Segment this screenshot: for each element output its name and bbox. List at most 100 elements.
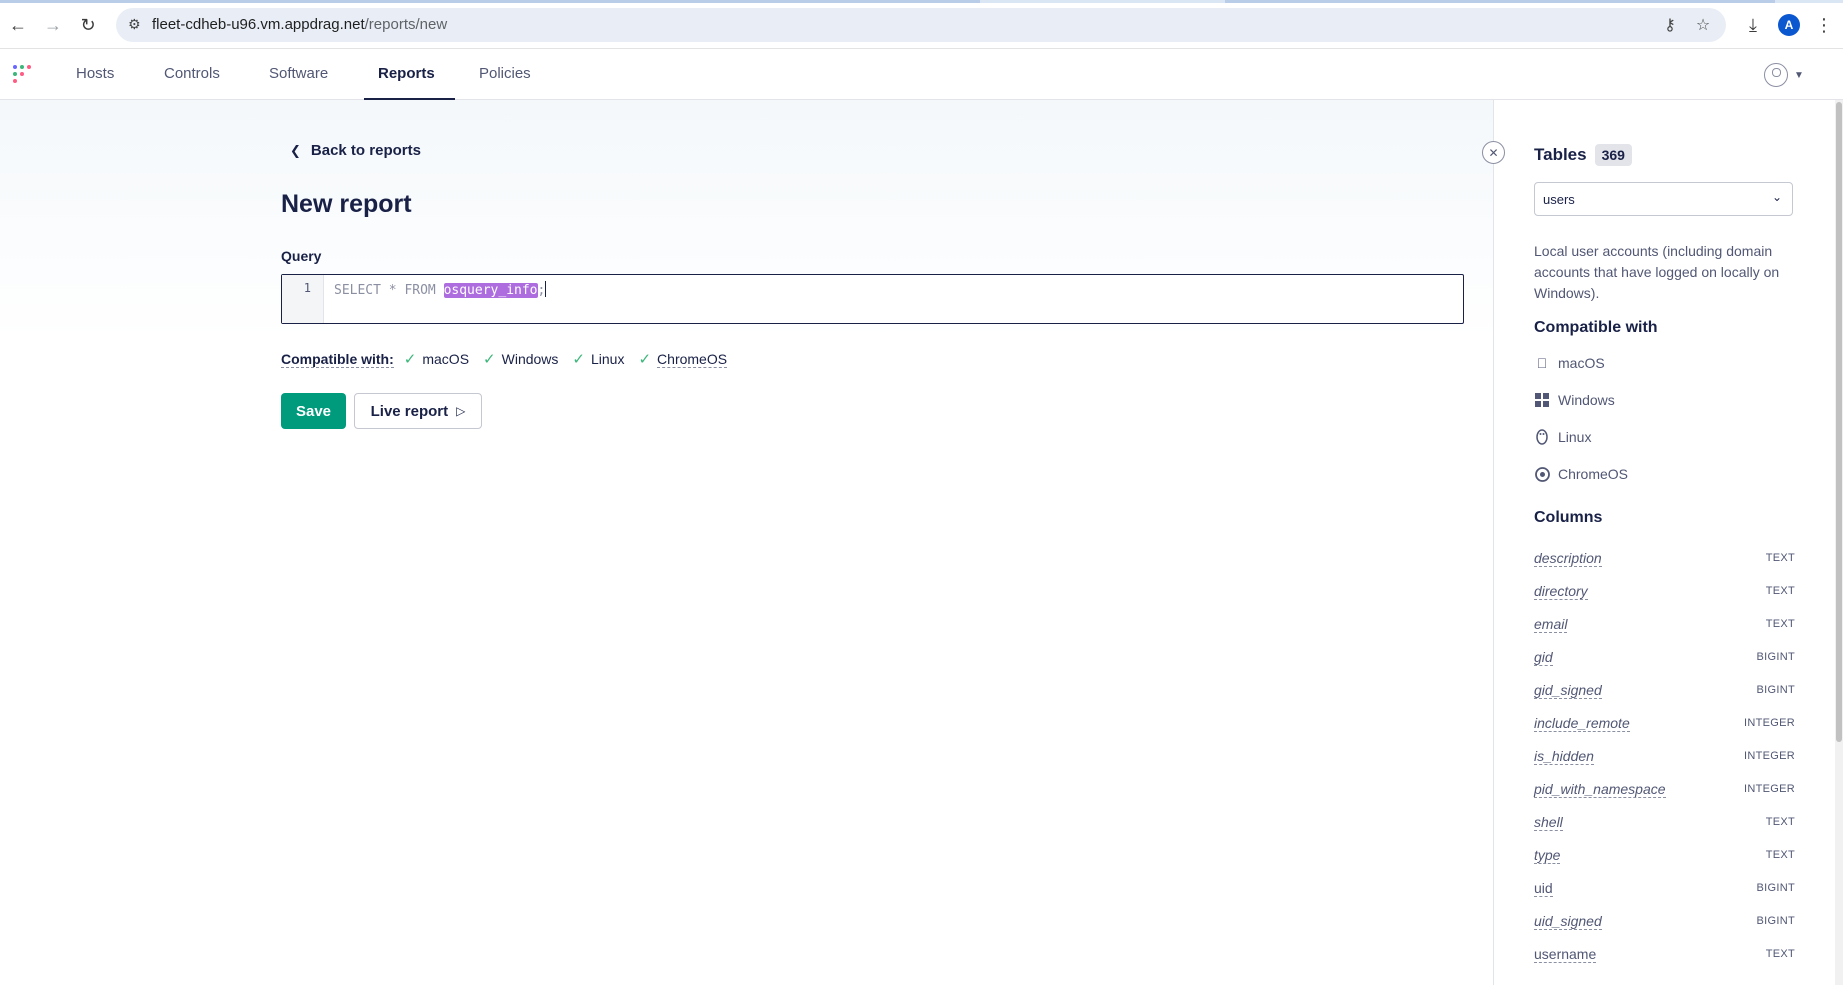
compat-chromeos[interactable]: ✓ ChromeOS <box>638 350 728 368</box>
column-type: BIGINT <box>1756 882 1795 894</box>
kebab-menu-icon[interactable]: ⋮ <box>1811 12 1837 38</box>
nav-software[interactable]: Software <box>255 49 342 100</box>
live-report-button[interactable]: Live report ▷ <box>354 393 482 429</box>
column-type: BIGINT <box>1756 651 1795 663</box>
save-button[interactable]: Save <box>281 393 346 429</box>
column-type: BIGINT <box>1756 684 1795 696</box>
platform-linux: Linux <box>1534 429 1591 445</box>
column-name[interactable]: pid_with_namespace <box>1534 781 1666 798</box>
column-row: pid_with_namespace INTEGER <box>1534 779 1795 799</box>
forward-arrow-icon[interactable]: → <box>40 12 66 38</box>
check-icon: ✓ <box>483 351 496 368</box>
app-nav: Hosts Controls Software Reports Policies… <box>0 49 1843 100</box>
check-icon: ✓ <box>572 351 585 368</box>
loading-bar <box>0 0 1843 3</box>
key-icon[interactable]: ⚷ <box>1660 15 1680 35</box>
column-row: is_hidden INTEGER <box>1534 746 1795 766</box>
column-name[interactable]: email <box>1534 616 1568 633</box>
column-type: TEXT <box>1765 849 1795 861</box>
close-icon: ✕ <box>1488 145 1499 160</box>
platform-macos:  macOS <box>1534 355 1605 371</box>
nav-policies[interactable]: Policies <box>465 49 545 100</box>
column-type: TEXT <box>1765 552 1795 564</box>
column-row: include_remote INTEGER <box>1534 713 1795 733</box>
column-row: gid_signed BIGINT <box>1534 680 1795 700</box>
compatible-with-heading: Compatible with <box>1534 319 1658 336</box>
table-docs-sidebar: Tables 369 users ⌄ Local user accounts (… <box>1493 100 1843 985</box>
nav-hosts[interactable]: Hosts <box>62 49 128 100</box>
editor-code[interactable]: SELECT * FROM osquery_info; <box>334 281 547 298</box>
column-type: TEXT <box>1765 948 1795 960</box>
close-sidebar-button[interactable]: ✕ <box>1482 141 1505 164</box>
user-menu[interactable]: ▼ <box>1764 62 1812 88</box>
url-text[interactable]: fleet-cdheb-u96.vm.appdrag.net/reports/n… <box>152 16 447 33</box>
download-icon[interactable]: ⤓ <box>1740 12 1766 38</box>
apple-icon:  <box>1534 355 1550 371</box>
nav-reports[interactable]: Reports <box>364 49 455 100</box>
column-name[interactable]: shell <box>1534 814 1563 831</box>
column-name[interactable]: description <box>1534 550 1602 567</box>
column-row: gid BIGINT <box>1534 647 1795 667</box>
column-name[interactable]: username <box>1534 946 1597 963</box>
column-type: INTEGER <box>1744 783 1795 795</box>
column-row: uid BIGINT <box>1534 878 1795 898</box>
back-link-label: Back to reports <box>310 142 421 159</box>
chrome-icon <box>1534 466 1550 482</box>
column-row: uid_signed BIGINT <box>1534 911 1795 931</box>
column-name[interactable]: gid <box>1534 649 1553 666</box>
browser-toolbar: ← → ↻ ⚙ fleet-cdheb-u96.vm.appdrag.net/r… <box>0 0 1843 49</box>
site-info-icon[interactable]: ⚙ <box>128 16 146 34</box>
back-arrow-icon[interactable]: ← <box>5 12 31 38</box>
compatible-platforms: Compatible with: ✓ macOS ✓ Windows ✓ Linux … <box>281 350 741 368</box>
page-scrollbar[interactable] <box>1835 100 1843 985</box>
column-name[interactable]: include_remote <box>1534 715 1630 732</box>
line-number: 1 <box>303 281 311 295</box>
selected-text[interactable]: osquery_info <box>443 283 538 298</box>
editor-gutter: 1 <box>282 275 324 323</box>
compat-macos: ✓ macOS <box>403 351 470 368</box>
column-row: directory TEXT <box>1534 581 1795 601</box>
chevron-down-icon: ▼ <box>1794 69 1804 81</box>
column-type: BIGINT <box>1756 915 1795 927</box>
page-title: New report <box>281 190 412 218</box>
selected-table: users <box>1543 192 1575 207</box>
fleet-logo[interactable] <box>13 65 33 85</box>
platform-chromeos: ChromeOS <box>1534 466 1628 482</box>
address-bar[interactable]: ⚙ fleet-cdheb-u96.vm.appdrag.net/reports… <box>116 8 1726 42</box>
bookmark-star-icon[interactable]: ☆ <box>1693 15 1713 35</box>
column-row: email TEXT <box>1534 614 1795 634</box>
scrollbar-thumb[interactable] <box>1836 102 1842 742</box>
compat-windows: ✓ Windows <box>483 351 559 368</box>
main-content: ❮ Back to reports New report Query 1 SEL… <box>0 100 1493 985</box>
column-name[interactable]: gid_signed <box>1534 682 1602 699</box>
action-buttons: Save Live report ▷ <box>281 393 482 429</box>
table-description: Local user accounts (including domain ac… <box>1534 243 1780 301</box>
chevron-left-icon: ❮ <box>290 142 301 158</box>
reload-icon[interactable]: ↻ <box>75 12 101 38</box>
profile-avatar[interactable]: A <box>1778 14 1800 36</box>
sql-editor[interactable]: 1 SELECT * FROM osquery_info; <box>281 274 1464 324</box>
live-report-label: Live report <box>370 402 449 420</box>
table-select-dropdown[interactable]: users ⌄ <box>1534 182 1793 216</box>
column-row: description TEXT <box>1534 548 1795 568</box>
column-type: TEXT <box>1765 816 1795 828</box>
back-to-reports-link[interactable]: ❮ Back to reports <box>290 142 421 159</box>
column-name[interactable]: uid_signed <box>1534 913 1602 930</box>
compatible-with-label[interactable]: Compatible with: <box>281 351 394 368</box>
column-name[interactable]: type <box>1534 847 1561 864</box>
column-row: username TEXT <box>1534 944 1795 964</box>
check-icon: ✓ <box>638 351 652 368</box>
check-icon: ✓ <box>403 351 417 368</box>
column-name[interactable]: directory <box>1534 583 1588 600</box>
column-name[interactable]: is_hidden <box>1534 748 1594 765</box>
tables-heading: Tables 369 <box>1534 144 1632 166</box>
platform-windows: Windows <box>1534 392 1615 408</box>
column-type: INTEGER <box>1744 717 1795 729</box>
tables-count-badge: 369 <box>1594 144 1632 166</box>
column-row: type TEXT <box>1534 845 1795 865</box>
column-name[interactable]: uid <box>1534 880 1553 897</box>
column-type: TEXT <box>1765 585 1795 597</box>
play-icon: ▷ <box>456 404 466 418</box>
windows-icon <box>1534 392 1550 408</box>
nav-controls[interactable]: Controls <box>150 49 234 100</box>
